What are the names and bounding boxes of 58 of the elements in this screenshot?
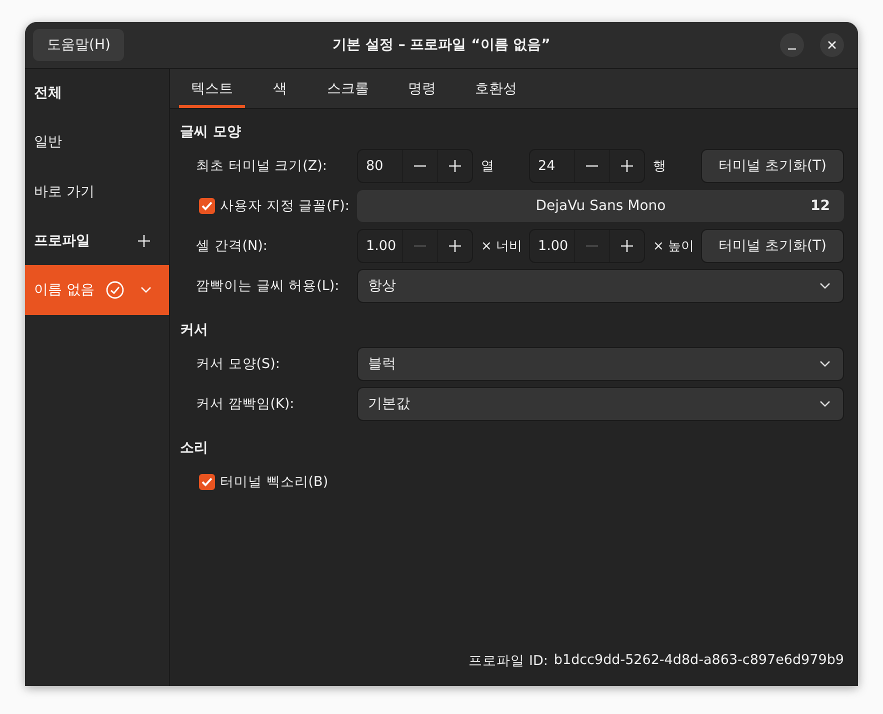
profile-item[interactable]: 이름 없음 — [25, 265, 169, 315]
checkbox-label: 터미널 삑소리(B) — [220, 473, 328, 491]
unit-label: × 너비 — [480, 238, 524, 255]
minimize-button[interactable] — [780, 33, 804, 57]
minus-icon — [414, 165, 426, 167]
section-title: 소리 — [180, 439, 209, 457]
section-title: 글씨 모양 — [180, 123, 242, 141]
checkbox-label: 사용자 지정 글꼴(F): — [220, 197, 350, 215]
tab[interactable]: 색 — [260, 69, 300, 108]
sidebar-heading: 전체 — [33, 84, 63, 103]
section-title: 커서 — [180, 321, 209, 339]
spin-field[interactable]: 80 — [357, 149, 473, 183]
dropdown[interactable]: 블럭 — [357, 347, 844, 381]
sidebar-heading: 프로파일 — [34, 232, 90, 250]
field-label: 커서 모양(S): — [195, 355, 281, 373]
plus-icon — [621, 240, 633, 252]
field-label: 깜빡이는 글씨 허용(L): — [195, 277, 340, 295]
plus-icon — [621, 160, 633, 172]
sidebar-item[interactable]: 일반 — [25, 117, 169, 167]
field-label: 셀 간격(N): — [195, 237, 268, 255]
profile-id-value: b1dcc9dd-5262-4d8d-a863-c897e6d979b9 — [554, 652, 844, 670]
help-button[interactable]: 도움말(H) — [33, 29, 124, 61]
chevron-down-icon — [819, 400, 831, 408]
checkbox[interactable] — [199, 198, 215, 214]
unit-label: 열 — [480, 158, 495, 175]
tab[interactable]: 스크롤 — [315, 69, 381, 108]
spin-field[interactable]: 1.00 — [357, 229, 473, 263]
minus-icon — [586, 245, 598, 247]
profile-id-label: 프로파일 ID: — [468, 652, 548, 670]
font-button[interactable]: DejaVu Sans Mono 12 — [357, 190, 844, 222]
plus-icon — [449, 160, 461, 172]
unit-label: × 높이 — [652, 238, 696, 255]
reset-button[interactable]: 터미널 초기화(T) — [701, 149, 844, 183]
reset-button[interactable]: 터미널 초기화(T) — [701, 229, 844, 263]
field-label: 커서 깜빡임(K): — [195, 395, 296, 413]
dropdown[interactable]: 기본값 — [357, 387, 844, 421]
close-button[interactable] — [820, 33, 844, 57]
chevron-down-icon — [819, 282, 831, 290]
chevron-down-icon[interactable] — [140, 286, 152, 294]
field-label: 최초 터미널 크기(Z): — [195, 157, 328, 175]
spin-field[interactable]: 24 — [529, 149, 645, 183]
add-icon[interactable] — [138, 235, 150, 247]
minus-icon — [414, 245, 426, 247]
minimize-icon — [788, 48, 796, 50]
plus-icon — [449, 240, 461, 252]
minus-icon — [586, 165, 598, 167]
chevron-down-icon — [819, 360, 831, 368]
spin-field[interactable]: 1.00 — [529, 229, 645, 263]
check-circle-icon — [106, 281, 124, 299]
tab[interactable]: 호환성 — [463, 69, 529, 108]
unit-label: 행 — [652, 158, 667, 175]
window-title: 기본 설정 – 프로파일 “이름 없음” — [332, 36, 550, 54]
close-icon — [827, 40, 837, 50]
tab[interactable]: 텍스트 — [179, 69, 245, 108]
sidebar-item[interactable]: 바로 가기 — [25, 167, 169, 217]
dropdown[interactable]: 항상 — [357, 269, 844, 303]
tab[interactable]: 명령 — [396, 69, 448, 108]
checkbox[interactable] — [199, 474, 215, 490]
